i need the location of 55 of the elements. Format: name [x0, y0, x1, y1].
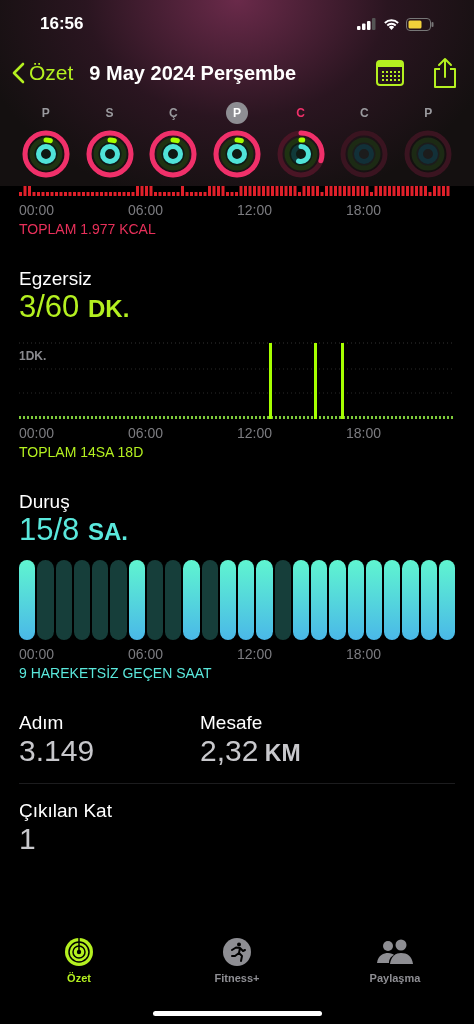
stand-total: 9 HAREKETSİZ GEÇEN SAAT: [19, 665, 213, 681]
section-title: Egzersiz: [19, 267, 93, 291]
stat-value: 1: [19, 823, 37, 855]
day-label[interactable]: Ç: [162, 102, 185, 124]
day-label[interactable]: P: [226, 102, 248, 124]
time-axis-label: 06:00: [128, 424, 165, 443]
move-total: TOPLAM 1.977 KCAL: [19, 221, 157, 237]
time-axis-label: 12:00: [237, 645, 274, 664]
day-label[interactable]: S: [98, 102, 121, 124]
tab-bar-item[interactable]: Paylaşma: [316, 935, 474, 986]
signal-icon: [357, 18, 377, 30]
time-axis-label: 12:00: [237, 424, 274, 443]
status-time: 16:56: [40, 13, 84, 36]
time-axis-label: 18:00: [346, 424, 383, 443]
time-axis-label: 00:00: [19, 645, 56, 664]
time-axis-label: 18:00: [346, 645, 383, 664]
share-icon: [432, 57, 458, 89]
exercise-value: 3/60 DK.: [19, 291, 131, 325]
stat-value: 3.149: [19, 735, 96, 767]
stat-label: Çıkılan Kat: [19, 799, 113, 823]
runner-icon: [222, 936, 252, 967]
battery-icon: [406, 17, 434, 31]
back-button[interactable]: Özet: [12, 57, 74, 89]
day-label[interactable]: P: [417, 102, 440, 124]
time-axis-label: 12:00: [237, 201, 274, 220]
time-axis-label: 18:00: [346, 201, 383, 220]
stat-label: Adım: [19, 711, 65, 735]
time-axis-label: 00:00: [19, 424, 56, 443]
section-title: Duruş: [19, 490, 71, 514]
day-label[interactable]: C: [353, 102, 376, 124]
time-axis-label: 06:00: [128, 201, 165, 220]
tab-bar-item[interactable]: Özet: [0, 935, 158, 986]
chevron-left-icon: [12, 62, 25, 84]
activity-rings-icon[interactable]: [276, 130, 325, 178]
page-title: 9 May 2024 Perşembe: [89, 61, 297, 86]
exercise-total: TOPLAM 14SA 18D: [19, 444, 145, 460]
activity-rings-icon[interactable]: [149, 130, 198, 178]
stat-value: 2,32 KM: [200, 735, 302, 769]
rings-icon: [64, 936, 94, 967]
day-label[interactable]: P: [34, 102, 57, 124]
activity-rings-icon[interactable]: [85, 130, 134, 178]
time-axis-label: 00:00: [19, 201, 56, 220]
day-label[interactable]: C: [289, 102, 312, 124]
wifi-icon: [383, 18, 400, 30]
share-button[interactable]: [432, 57, 458, 89]
calendar-button[interactable]: [376, 60, 404, 86]
stat-label: Mesafe: [200, 711, 264, 735]
activity-rings-icon[interactable]: [213, 130, 261, 178]
time-axis-label: 06:00: [128, 645, 165, 664]
activity-rings-icon[interactable]: [21, 130, 70, 178]
tab-bar-item[interactable]: Fitness+: [158, 935, 316, 986]
calendar-icon: [376, 60, 404, 86]
axis-label: 1DK.: [19, 348, 47, 365]
people-icon: [376, 938, 414, 965]
stand-value: 15/8 SA.: [19, 514, 129, 548]
